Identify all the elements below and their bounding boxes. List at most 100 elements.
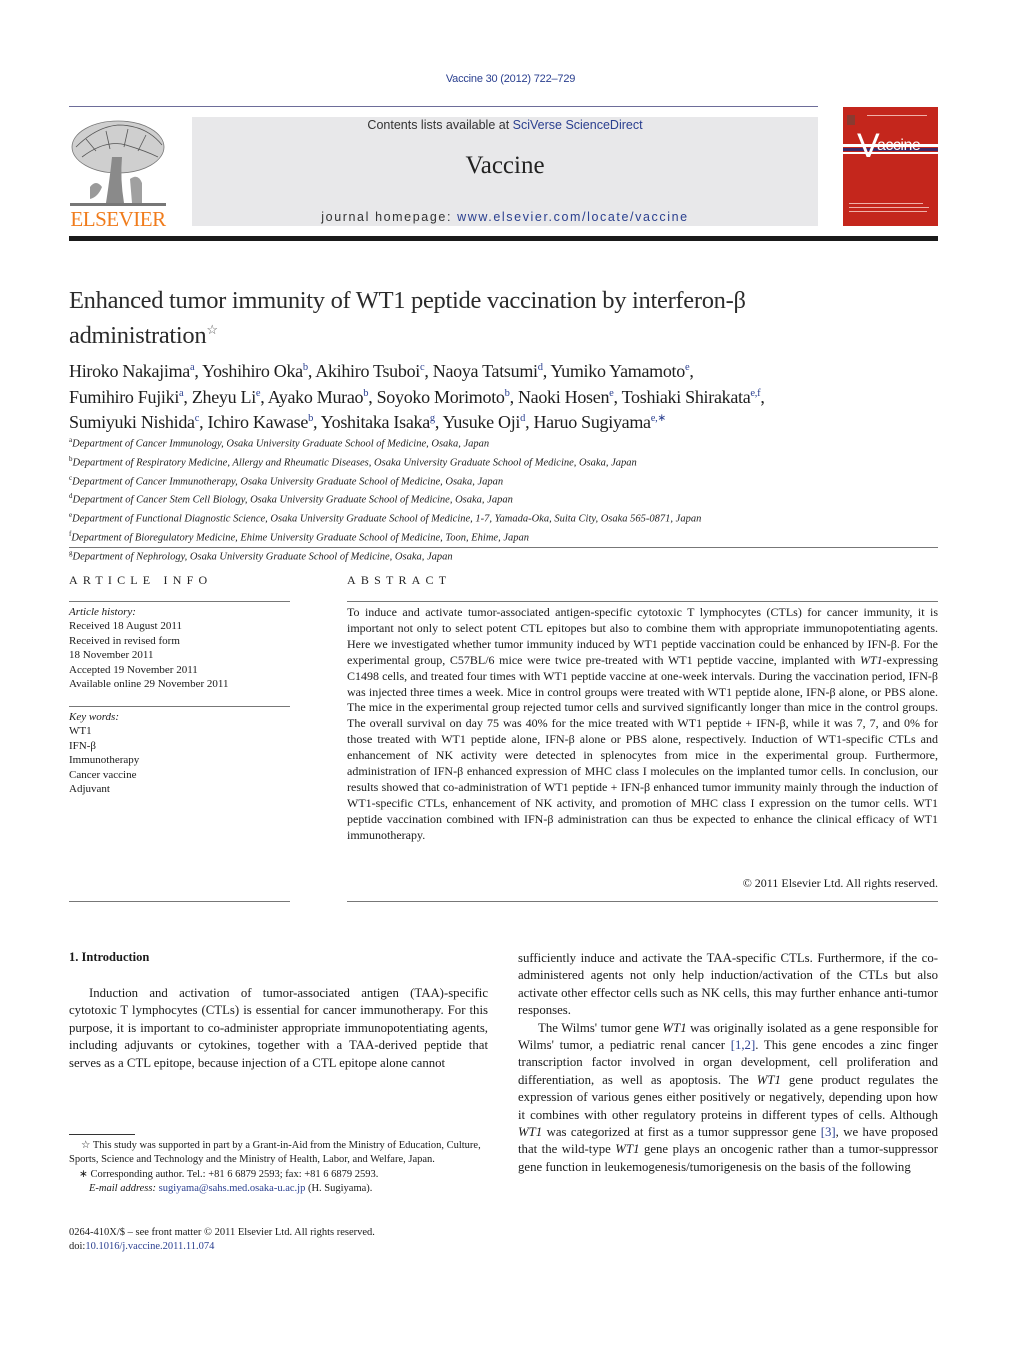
author-affiliation-mark[interactable]: e,∗ [651,413,666,424]
email-link[interactable]: sugiyama@sahs.med.osaka-u.ac.jp [159,1183,306,1194]
text: The Wilms' tumor gene [538,1020,663,1035]
author-name: Naoya Tatsumi [432,361,538,381]
gene-name: WT1 [662,1020,687,1035]
title-footnote-star-icon[interactable]: ☆ [206,322,218,337]
author-name: Soyoko Morimoto [376,386,505,407]
cover-fine-print [849,211,927,212]
intro-paragraph: sufficiently induce and activate the TAA… [518,951,938,1018]
intro-paragraph: The Wilms' tumor gene WT1 was originally… [518,1020,938,1177]
abstract-part: -expressing C1498 cells, and treated fou… [347,652,938,842]
doi-prefix: doi: [69,1241,86,1253]
footnotes: ☆ This study was supported in part by a … [69,1139,488,1196]
author-affiliation-mark[interactable]: e [609,388,614,399]
keyword: Immunotherapy [69,754,140,767]
history-entry: 18 November 2011 [69,649,154,662]
keyword: WT1 [69,725,92,738]
cover-fine-print [867,115,927,116]
cover-publisher-mark [847,115,855,125]
author-name: Yusuke Oji [442,412,521,432]
gene-name: WT1 [860,652,883,667]
issn-line: 0264-410X/$ – see front matter © 2011 El… [69,1227,375,1238]
contents-available-line: Contents lists available at SciVerse Sci… [192,118,818,132]
doi-line: doi:10.1016/j.vaccine.2011.11.074 [69,1240,488,1254]
text: was categorized at first as a tumor supp… [542,1125,821,1140]
journal-citation[interactable]: Vaccine 30 (2012) 722–729 [0,73,1021,85]
journal-homepage-link[interactable]: www.elsevier.com/locate/vaccine [457,210,689,224]
intro-paragraph: Induction and activation of tumor-associ… [69,986,488,1070]
author-name: Akihiro Tsuboi [315,361,420,381]
author[interactable]: Sumiyuki Nishidac [69,412,199,432]
affiliation: eDepartment of Functional Diagnostic Sci… [69,508,949,527]
affiliation-text: Department of Nephrology, Osaka Universi… [72,551,453,563]
journal-cover-thumbnail[interactable]: V accine [843,107,938,226]
corresponding-footnote: ∗ Corresponding author. Tel.: +81 6 6879… [69,1168,488,1182]
intro-right-column: sufficiently induce and activate the TAA… [518,950,938,1176]
funding-footnote: ☆ This study was supported in part by a … [69,1139,488,1168]
reference-link[interactable]: [1,2] [731,1038,756,1052]
cover-fine-print [849,207,929,208]
author-affiliation-mark[interactable]: d [520,413,525,424]
affiliation-list: aDepartment of Cancer Immunology, Osaka … [69,433,949,565]
keywords-block: Key words: WT1 IFN-β Immunotherapy Cance… [69,710,290,796]
affiliation-text: Department of Bioregulatory Medicine, Eh… [71,532,529,544]
author[interactable]: Yoshitaka Isakag [321,412,435,432]
footnote-star-icon: ☆ [81,1140,91,1151]
intro-left-column: Induction and activation of tumor-associ… [69,985,488,1072]
author-name: Ayako Murao [267,386,364,407]
keyword: IFN-β [69,739,96,752]
author[interactable]: Naoya Tatsumid [433,361,543,381]
email-label: E-mail address: [89,1182,156,1194]
author[interactable]: Yumiko Yamamotoe [550,361,689,381]
author-affiliation-mark[interactable]: c [420,362,425,373]
article-info-rule [69,706,290,707]
author[interactable]: Akihiro Tsuboic [315,361,424,381]
front-matter: 0264-410X/$ – see front matter © 2011 El… [69,1226,488,1255]
author-affiliation-mark[interactable]: b [303,362,308,373]
article-history: Article history: Received 18 August 2011… [69,605,290,691]
author[interactable]: Soyoko Morimotob [377,387,510,407]
author[interactable]: Haruo Sugiyamae,∗ [533,412,666,432]
author[interactable]: Yoshihiro Okab [202,361,308,381]
sciencedirect-link[interactable]: SciVerse ScienceDirect [513,118,643,132]
cover-title: accine [877,137,921,154]
cover-fine-print [849,203,923,204]
corresponding-text: Corresponding author. Tel.: +81 6 6879 2… [90,1168,379,1180]
author-name: Toshiaki Shirakata [621,386,751,407]
author-affiliation-mark[interactable]: b [505,388,510,399]
email-owner: (H. Sugiyama). [307,1182,373,1194]
history-entry: Received 18 August 2011 [69,620,182,633]
author[interactable]: Zheyu Lie [192,387,261,407]
author-affiliation-mark[interactable]: e [685,362,690,373]
author-list: Hiroko Nakajimaa, Yoshihiro Okab, Akihir… [69,361,765,432]
author-name: Fumihiro Fujiki [69,386,180,407]
author[interactable]: Ichiro Kawaseb [208,412,314,432]
contents-prefix: Contents lists available at [367,118,513,132]
author-affiliation-mark[interactable]: c [195,413,200,424]
author[interactable]: Yusuke Ojid [442,412,526,432]
history-entry: Available online 29 November 2011 [69,678,229,691]
author-affiliation-mark[interactable]: b [363,388,368,399]
author[interactable]: Toshiaki Shirakatae,f [622,387,761,407]
author[interactable]: Hiroko Nakajimaa [69,361,195,381]
author-affiliation-mark[interactable]: g [430,413,435,424]
journal-title: Vaccine [465,152,545,179]
author-affiliation-mark[interactable]: a [179,388,184,399]
affiliation-text: Department of Respiratory Medicine, Alle… [72,457,637,469]
author[interactable]: Fumihiro Fujikia [69,386,184,407]
author-affiliation-mark[interactable]: b [308,413,313,424]
author-affiliation-mark[interactable]: a [190,362,195,373]
author[interactable]: Naoki Hosene [518,387,614,407]
author-affiliation-mark[interactable]: d [538,362,543,373]
elsevier-wordmark: ELSEVIER [70,207,166,231]
affiliation: bDepartment of Respiratory Medicine, All… [69,452,949,471]
author-name: Yoshitaka Isaka [320,412,430,432]
author-name: Haruo Sugiyama [533,412,651,432]
doi-link[interactable]: 10.1016/j.vaccine.2011.11.074 [85,1241,214,1252]
article-info-rule [69,901,290,902]
author[interactable]: Ayako Muraob [267,386,369,407]
author-affiliation-mark[interactable]: e [256,388,261,399]
reference-link[interactable]: [3] [821,1125,836,1139]
author-affiliation-mark[interactable]: e,f [750,388,760,399]
footnote-rule [69,1134,135,1135]
author-name: Sumiyuki Nishida [69,412,195,432]
